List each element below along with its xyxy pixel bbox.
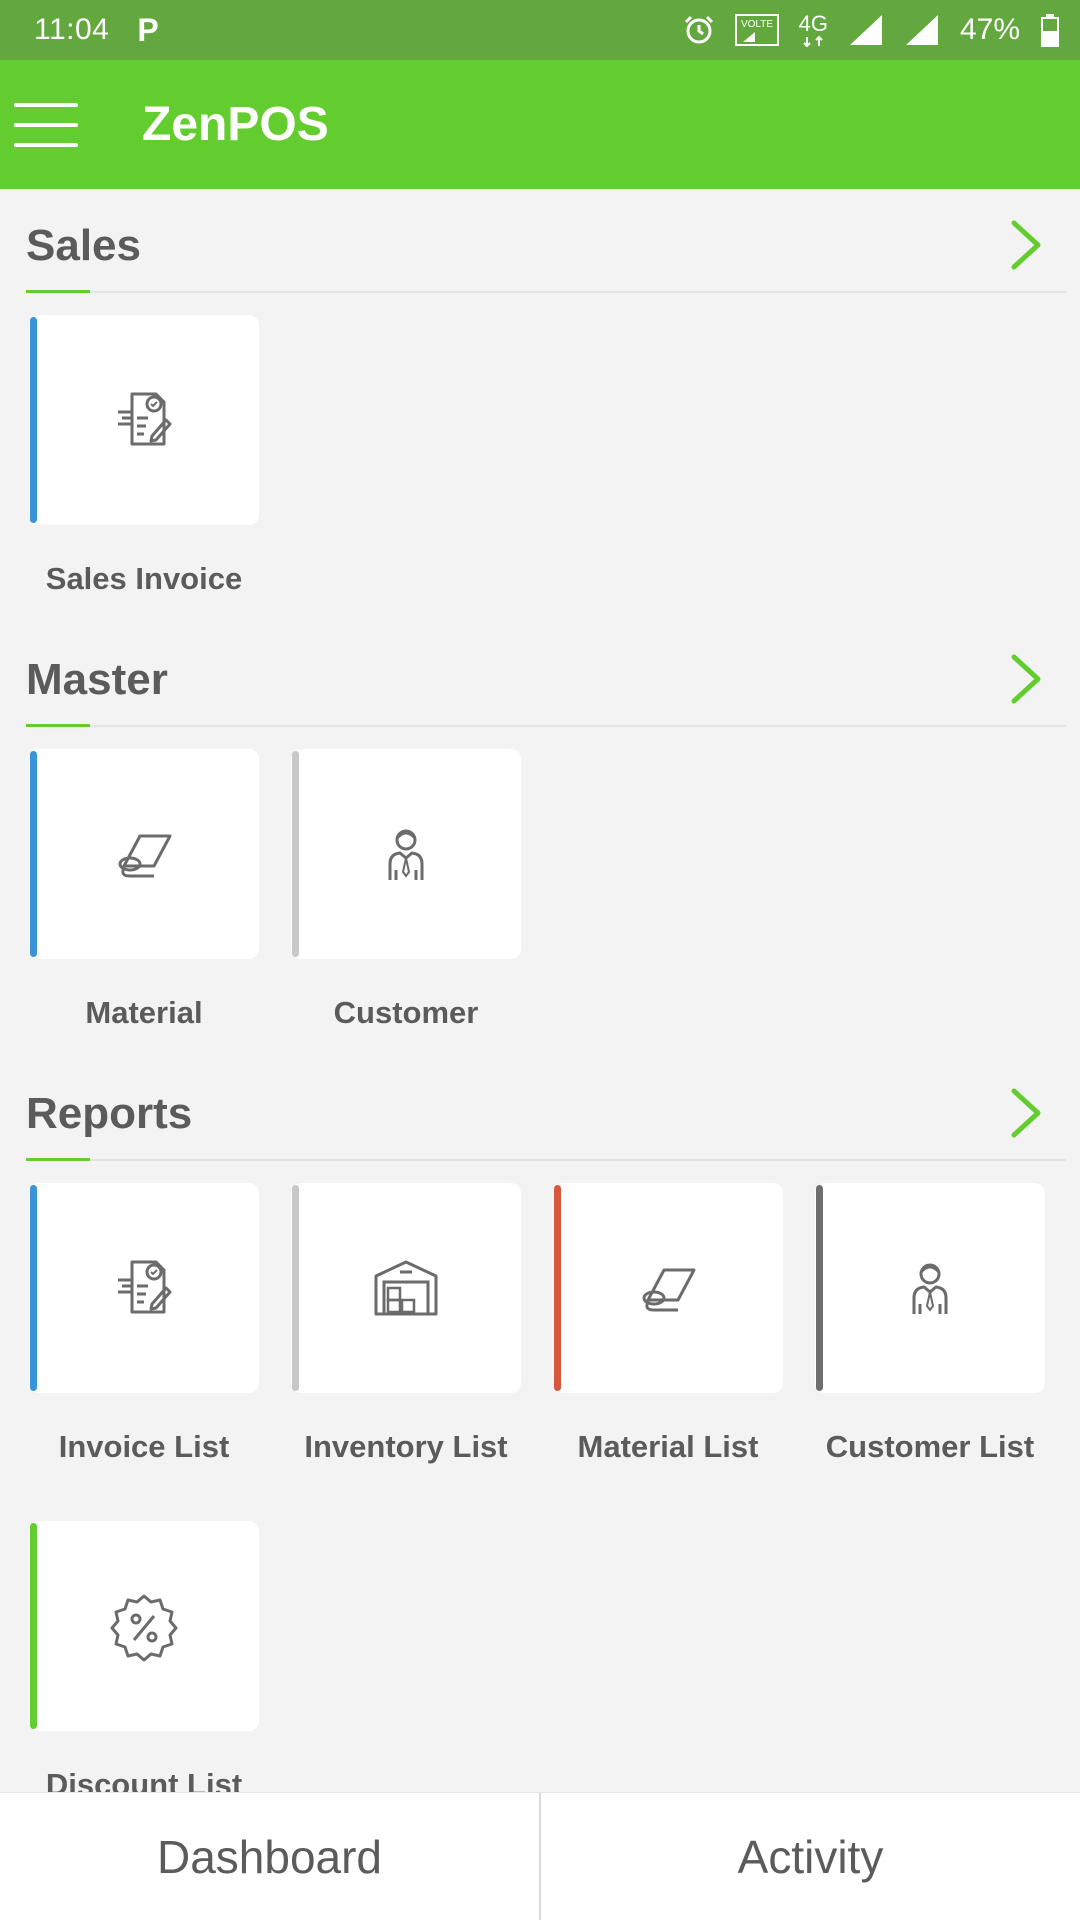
section-reports: Reports Invoice List Inventory List Mate… — [0, 1057, 1080, 1792]
tile-label: Customer List — [825, 1429, 1035, 1464]
battery-percent: 47% — [959, 13, 1020, 46]
status-bar: 11:04 P VOLTE 4G 47% — [0, 0, 1080, 60]
section-sales: Sales Sales Invoice — [0, 189, 1080, 623]
chevron-right-icon[interactable] — [1002, 1083, 1050, 1143]
dashboard-content[interactable]: Sales Sales Invoice Master Material Cust… — [0, 189, 1080, 1792]
tile-material-list[interactable]: Material List — [553, 1183, 783, 1465]
tile-label: Discount List — [45, 1767, 243, 1792]
signal-icon-2 — [905, 15, 938, 45]
tile-accent — [30, 1185, 37, 1391]
status-icons: VOLTE 4G 47% — [683, 13, 1060, 47]
tile-sales-invoice[interactable]: Sales Invoice — [29, 315, 259, 597]
status-time: 11:04 — [34, 13, 110, 46]
section-title-master: Master — [26, 655, 168, 704]
app-notification-icon: P — [137, 11, 159, 48]
app-title: ZenPOS — [142, 98, 329, 151]
volte-icon: VOLTE — [734, 14, 779, 46]
network-label: 4G — [798, 11, 828, 36]
discount-icon — [110, 1594, 178, 1662]
hamburger-menu-icon[interactable] — [14, 102, 78, 147]
tile-card — [815, 1183, 1045, 1393]
invoice-icon — [118, 1260, 172, 1314]
tile-inventory-list[interactable]: Inventory List — [291, 1183, 521, 1465]
material-roll-icon — [642, 1268, 696, 1312]
customer-icon — [388, 829, 424, 880]
tile-material[interactable]: Material — [29, 749, 259, 1031]
chevron-right-icon[interactable] — [1002, 649, 1050, 709]
section-title-sales: Sales — [26, 221, 141, 270]
customer-icon — [912, 1263, 948, 1314]
invoice-icon — [118, 392, 172, 446]
section-header: Master — [26, 623, 1066, 727]
tile-accent — [292, 751, 299, 957]
tile-card — [291, 749, 521, 959]
alarm-icon — [684, 15, 713, 44]
data-arrows-icon — [803, 35, 823, 47]
section-header: Sales — [26, 189, 1066, 293]
activity-tab[interactable]: Activity — [541, 1793, 1080, 1920]
tile-invoice-list[interactable]: Invoice List — [29, 1183, 259, 1465]
tile-label: Inventory List — [304, 1429, 508, 1464]
tile-accent — [816, 1185, 823, 1391]
tile-discount-list[interactable]: Discount List — [29, 1521, 259, 1792]
tiles-reports: Invoice List Inventory List Material Lis… — [0, 1161, 1080, 1792]
battery-icon — [1041, 14, 1059, 47]
section-header: Reports — [26, 1057, 1066, 1161]
tile-card — [29, 1183, 259, 1393]
signal-icon — [849, 15, 882, 45]
tile-accent — [30, 1523, 37, 1729]
dashboard-tab[interactable]: Dashboard — [0, 1793, 539, 1920]
volte-label: VOLTE — [741, 19, 773, 30]
tile-card — [29, 1521, 259, 1731]
tile-card — [29, 749, 259, 959]
bottom-nav: Dashboard Activity — [0, 1792, 1080, 1920]
material-roll-icon — [118, 834, 172, 878]
section-master: Master Material Customer — [0, 623, 1080, 1057]
tiles-sales: Sales Invoice — [0, 293, 1080, 623]
tile-card — [553, 1183, 783, 1393]
tile-accent — [554, 1185, 561, 1391]
tile-label: Material List — [577, 1429, 759, 1464]
app-bar: ZenPOS — [0, 60, 1080, 189]
chevron-right-icon[interactable] — [1002, 215, 1050, 275]
tile-label: Material — [85, 995, 203, 1030]
tile-customer[interactable]: Customer — [291, 749, 521, 1031]
network-type: 4G — [799, 13, 828, 47]
tile-accent — [292, 1185, 299, 1391]
tile-label: Sales Invoice — [45, 561, 243, 596]
warehouse-icon — [374, 1260, 438, 1316]
tile-label: Customer — [333, 995, 479, 1030]
section-title-reports: Reports — [26, 1089, 193, 1138]
tiles-master: Material Customer — [0, 727, 1080, 1057]
tile-label: Invoice List — [58, 1429, 230, 1464]
tile-card — [291, 1183, 521, 1393]
tile-accent — [30, 317, 37, 523]
tile-card — [29, 315, 259, 525]
tile-accent — [30, 751, 37, 957]
tile-customer-list[interactable]: Customer List — [815, 1183, 1045, 1465]
